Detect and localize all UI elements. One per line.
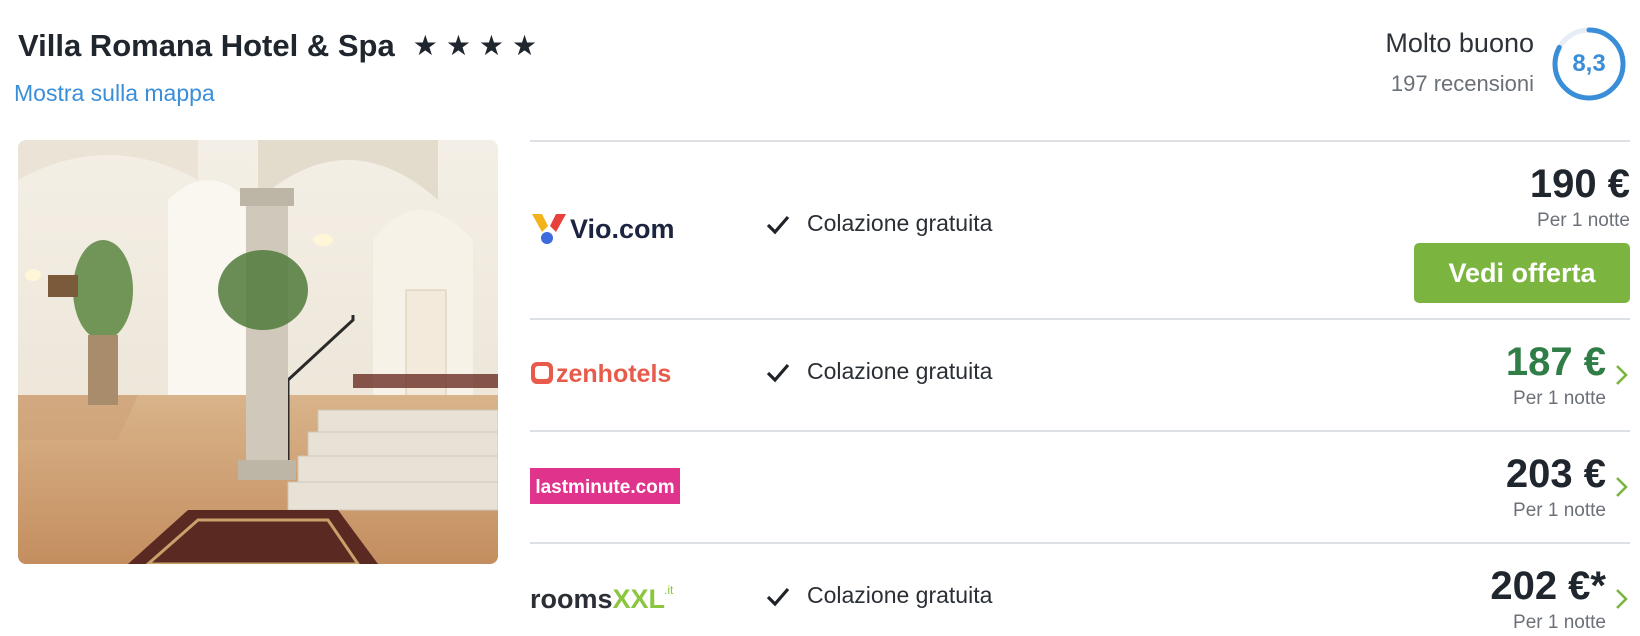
hotel-name[interactable]: Villa Romana Hotel & Spa ★ ★ ★ ★ — [18, 28, 537, 64]
best-price: 187 € — [1505, 340, 1606, 384]
star-icon: ★ — [445, 30, 471, 61]
check-icon — [766, 587, 790, 606]
deal-row[interactable]: zenhotels Colazione gratuita 187 € Per 1… — [530, 318, 1630, 430]
hotel-photo[interactable] — [18, 140, 498, 564]
hotel-name-text[interactable]: Villa Romana Hotel & Spa — [18, 28, 395, 64]
vio-logo-icon: Vio.com — [530, 210, 680, 246]
price: 190 € — [1529, 162, 1630, 206]
price: 202 €* — [1490, 564, 1606, 608]
star-rating: ★ ★ ★ ★ — [413, 32, 537, 60]
roomsxxl-logo-icon: roomsXXL .it — [530, 578, 680, 614]
rating-summary[interactable]: Molto buono 197 recensioni — [1385, 28, 1534, 97]
price-block: 187 € Per 1 notte — [1506, 342, 1606, 410]
per-night-label: Per 1 notte — [1513, 500, 1606, 521]
free-breakfast-perk: Colazione gratuita — [765, 210, 992, 237]
lastminute-logo-text: lastminute.com — [535, 477, 674, 498]
per-night-label: Per 1 notte — [1513, 388, 1606, 409]
view-offer-button[interactable]: Vedi offerta — [1414, 243, 1630, 303]
perk-label: Colazione gratuita — [807, 210, 993, 236]
price-block: 203 € Per 1 notte — [1506, 454, 1606, 522]
price: 203 € — [1505, 452, 1606, 496]
deal-row[interactable]: lastminute.com 203 € Per 1 notte — [530, 430, 1630, 542]
price-block: 202 €* Per 1 notte — [1490, 566, 1606, 634]
star-icon: ★ — [412, 30, 438, 61]
show-on-map-link[interactable]: Mostra sulla mappa — [14, 80, 215, 107]
rating-score-badge[interactable]: 8,3 — [1551, 26, 1627, 102]
deal-list: Vio.com Colazione gratuita 190 € Per 1 n… — [530, 140, 1630, 636]
perk-label: Colazione gratuita — [807, 358, 993, 384]
check-icon — [766, 363, 790, 382]
price-block: 190 € Per 1 notte — [1530, 164, 1630, 232]
deal-row[interactable]: Vio.com Colazione gratuita 190 € Per 1 n… — [530, 140, 1630, 318]
svg-text:roomsXXL: roomsXXL — [530, 584, 665, 614]
zenhotels-logo-text: zenhotels — [556, 360, 671, 388]
roomsxxl-logo-suffix: .it — [664, 583, 674, 597]
lastminute-logo-icon: lastminute.com — [530, 468, 680, 504]
chevron-right-icon[interactable] — [1614, 362, 1630, 388]
chevron-right-icon[interactable] — [1614, 474, 1630, 500]
rating-score: 8,3 — [1572, 50, 1606, 77]
chevron-right-icon[interactable] — [1614, 586, 1630, 612]
zenhotels-logo-icon: zenhotels — [530, 354, 680, 390]
hotel-lobby-photo-icon — [18, 140, 498, 564]
vio-logo-text: Vio.com — [570, 214, 675, 244]
per-night-label: Per 1 notte — [1537, 210, 1630, 231]
free-breakfast-perk: Colazione gratuita — [765, 358, 992, 385]
rating-label: Molto buono — [1385, 28, 1534, 58]
review-count[interactable]: 197 recensioni — [1385, 71, 1534, 97]
check-icon — [766, 215, 790, 234]
star-icon: ★ — [478, 30, 505, 61]
free-breakfast-perk: Colazione gratuita — [765, 582, 992, 609]
per-night-label: Per 1 notte — [1513, 612, 1606, 633]
deal-row[interactable]: roomsXXL .it Colazione gratuita 202 €* P… — [530, 542, 1630, 636]
star-icon: ★ — [512, 30, 538, 61]
perk-label: Colazione gratuita — [807, 582, 993, 608]
